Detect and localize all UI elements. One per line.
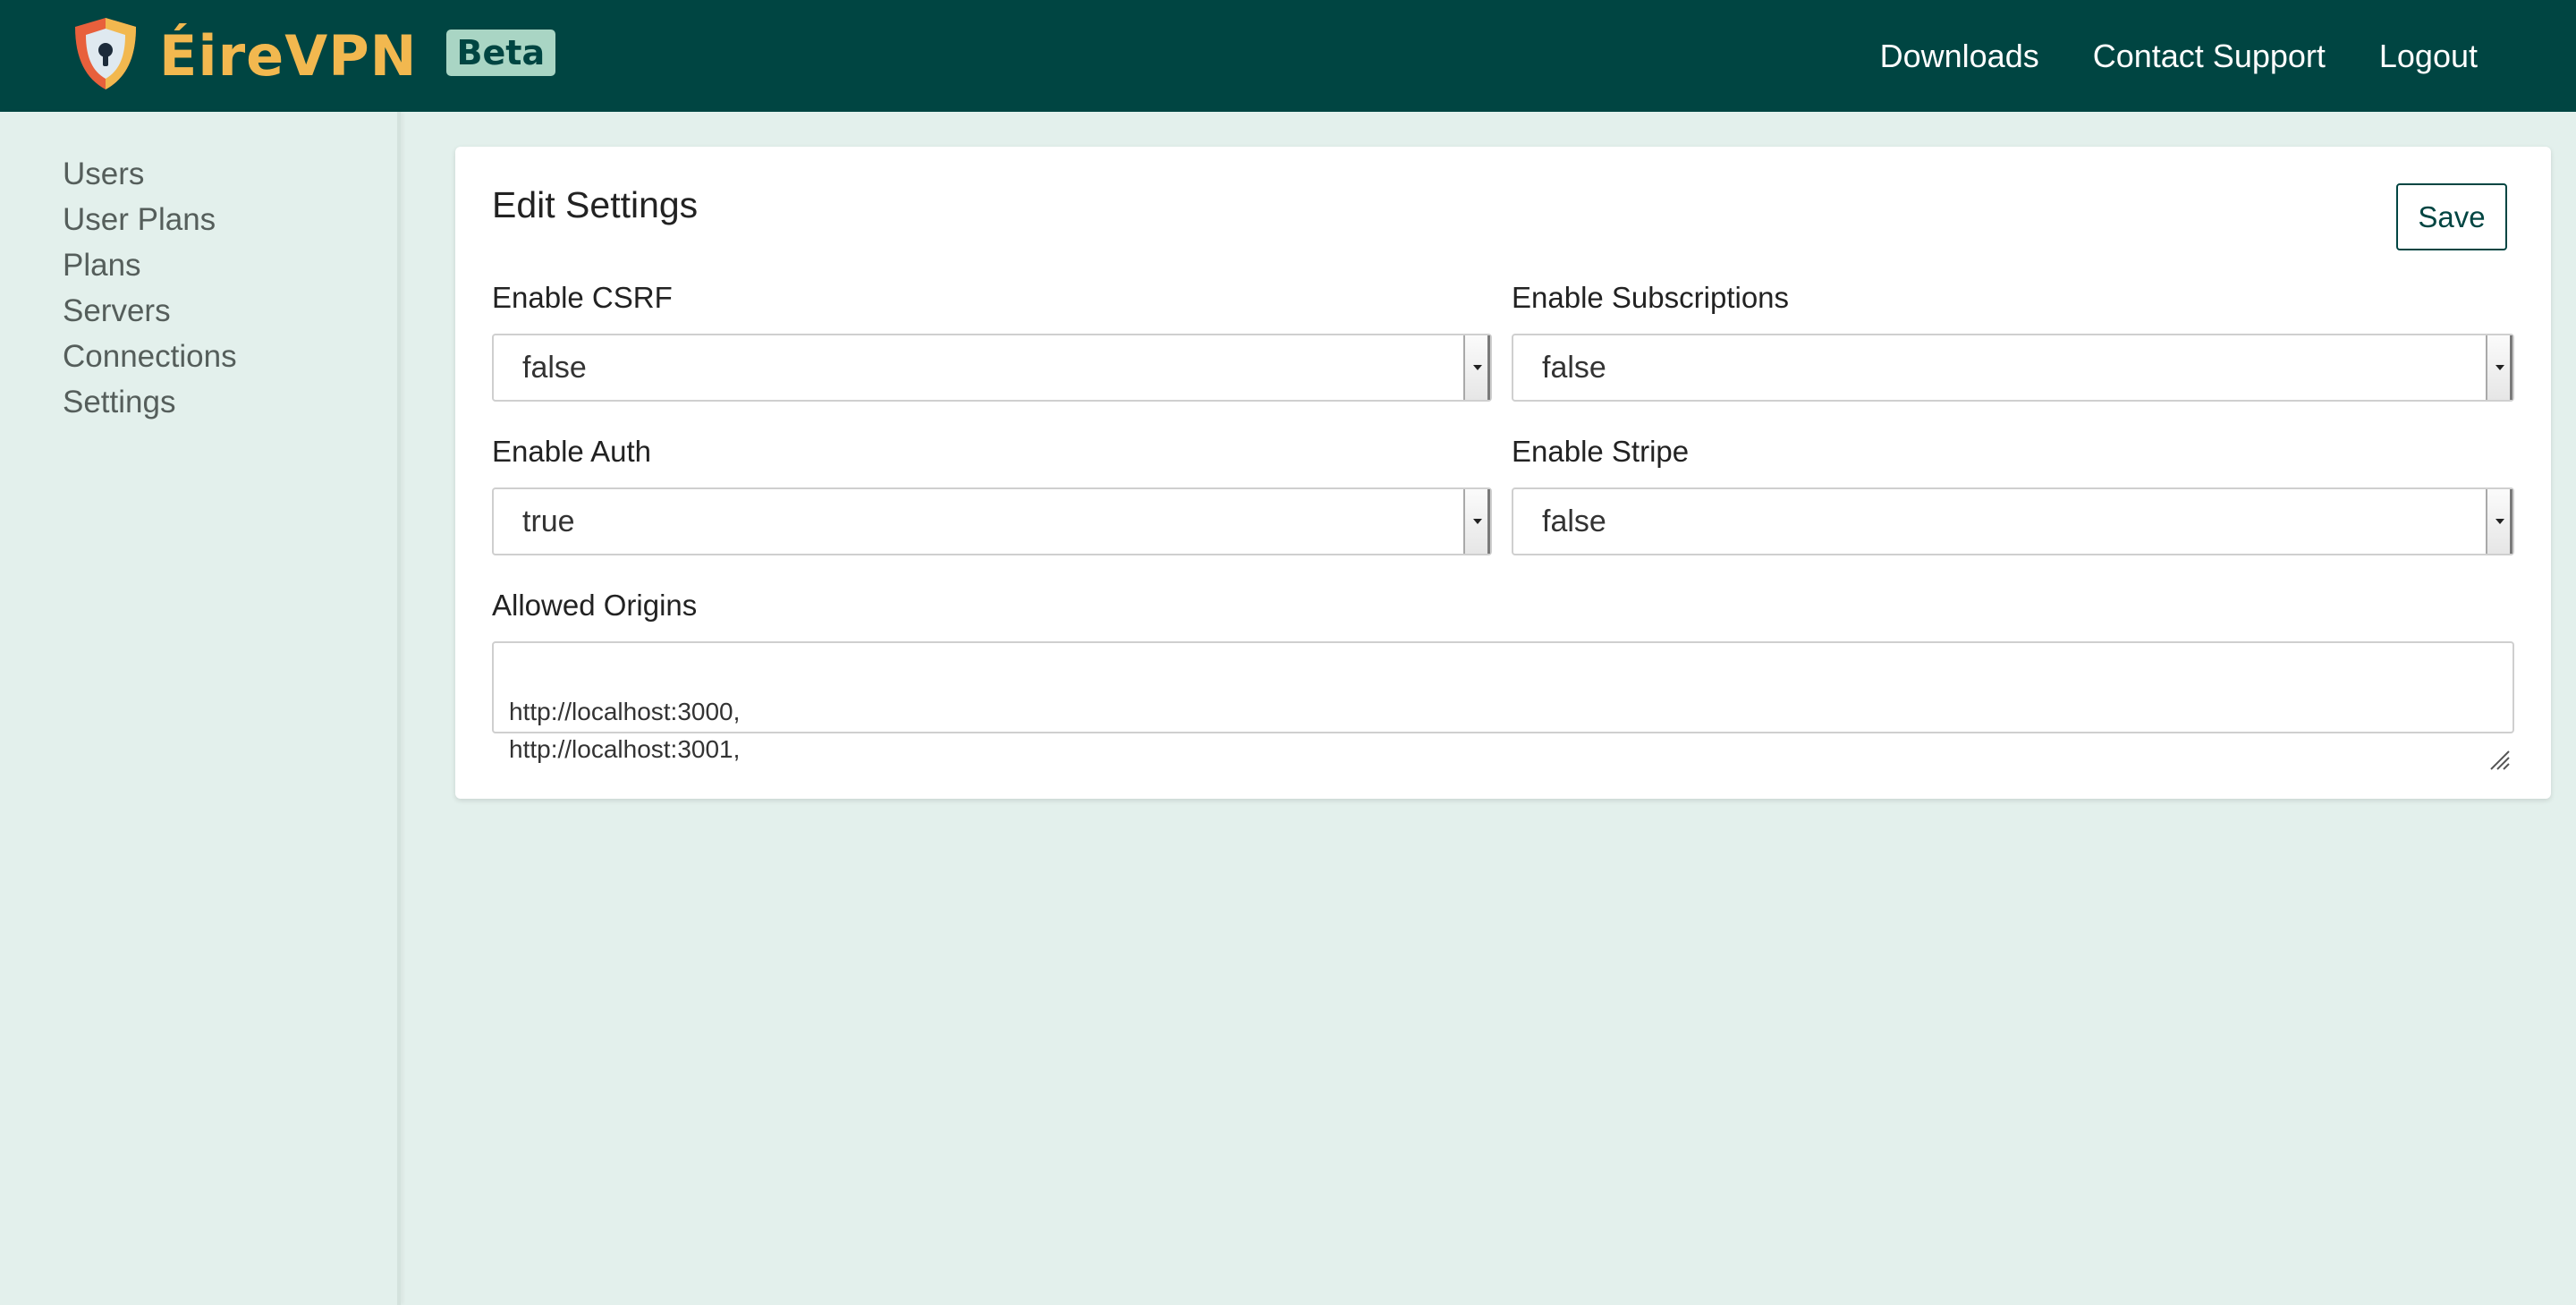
page-title: Edit Settings	[492, 184, 699, 225]
top-navbar: ÉireVPN Beta Downloads Contact Support L…	[0, 0, 2576, 112]
settings-card: Edit Settings Save Enable CSRF false Ena…	[455, 147, 2551, 799]
sidebar-item-servers[interactable]: Servers	[63, 288, 237, 334]
csrf-select[interactable]: false	[492, 334, 1492, 402]
resize-grip-icon[interactable]	[2487, 707, 2511, 770]
caret-down-icon	[1463, 335, 1490, 400]
caret-down-icon	[2486, 335, 2512, 400]
subscriptions-select[interactable]: false	[1512, 334, 2514, 402]
csrf-label: Enable CSRF	[492, 281, 673, 314]
nav-links: Downloads Contact Support Logout	[1880, 0, 2478, 112]
sidebar-menu: Users User Plans Plans Servers Connectio…	[63, 151, 237, 425]
auth-label: Enable Auth	[492, 435, 651, 468]
allowed-origins-value: http://localhost:3000, http://localhost:…	[509, 698, 741, 763]
beta-badge: Beta	[445, 30, 556, 76]
caret-down-icon	[1463, 489, 1490, 554]
csrf-select-value: false	[522, 351, 587, 385]
caret-down-icon	[2486, 489, 2512, 554]
auth-select[interactable]: true	[492, 487, 1492, 555]
sidebar-item-settings[interactable]: Settings	[63, 379, 237, 425]
save-button[interactable]: Save	[2396, 183, 2507, 250]
stripe-label: Enable Stripe	[1512, 435, 1690, 468]
nav-link-downloads[interactable]: Downloads	[1880, 38, 2039, 75]
sidebar-item-user-plans[interactable]: User Plans	[63, 197, 237, 242]
brand[interactable]: ÉireVPN Beta	[72, 14, 556, 97]
nav-link-logout[interactable]: Logout	[2379, 38, 2478, 75]
nav-link-contact-support[interactable]: Contact Support	[2093, 38, 2326, 75]
sidebar-item-connections[interactable]: Connections	[63, 334, 237, 379]
brand-name: ÉireVPN	[159, 22, 418, 89]
stripe-select-value: false	[1542, 504, 1606, 538]
sidebar-item-users[interactable]: Users	[63, 151, 237, 197]
allowed-origins-textarea[interactable]: http://localhost:3000, http://localhost:…	[492, 641, 2514, 770]
allowed-origins-label: Allowed Origins	[492, 589, 698, 622]
sidebar-item-plans[interactable]: Plans	[63, 242, 237, 288]
subscriptions-label: Enable Subscriptions	[1512, 281, 1790, 314]
auth-select-value: true	[522, 504, 575, 538]
stripe-select[interactable]: false	[1512, 487, 2514, 555]
subscriptions-select-value: false	[1542, 351, 1606, 385]
sidebar: Users User Plans Plans Servers Connectio…	[0, 112, 401, 1305]
shield-lock-icon	[72, 16, 140, 96]
